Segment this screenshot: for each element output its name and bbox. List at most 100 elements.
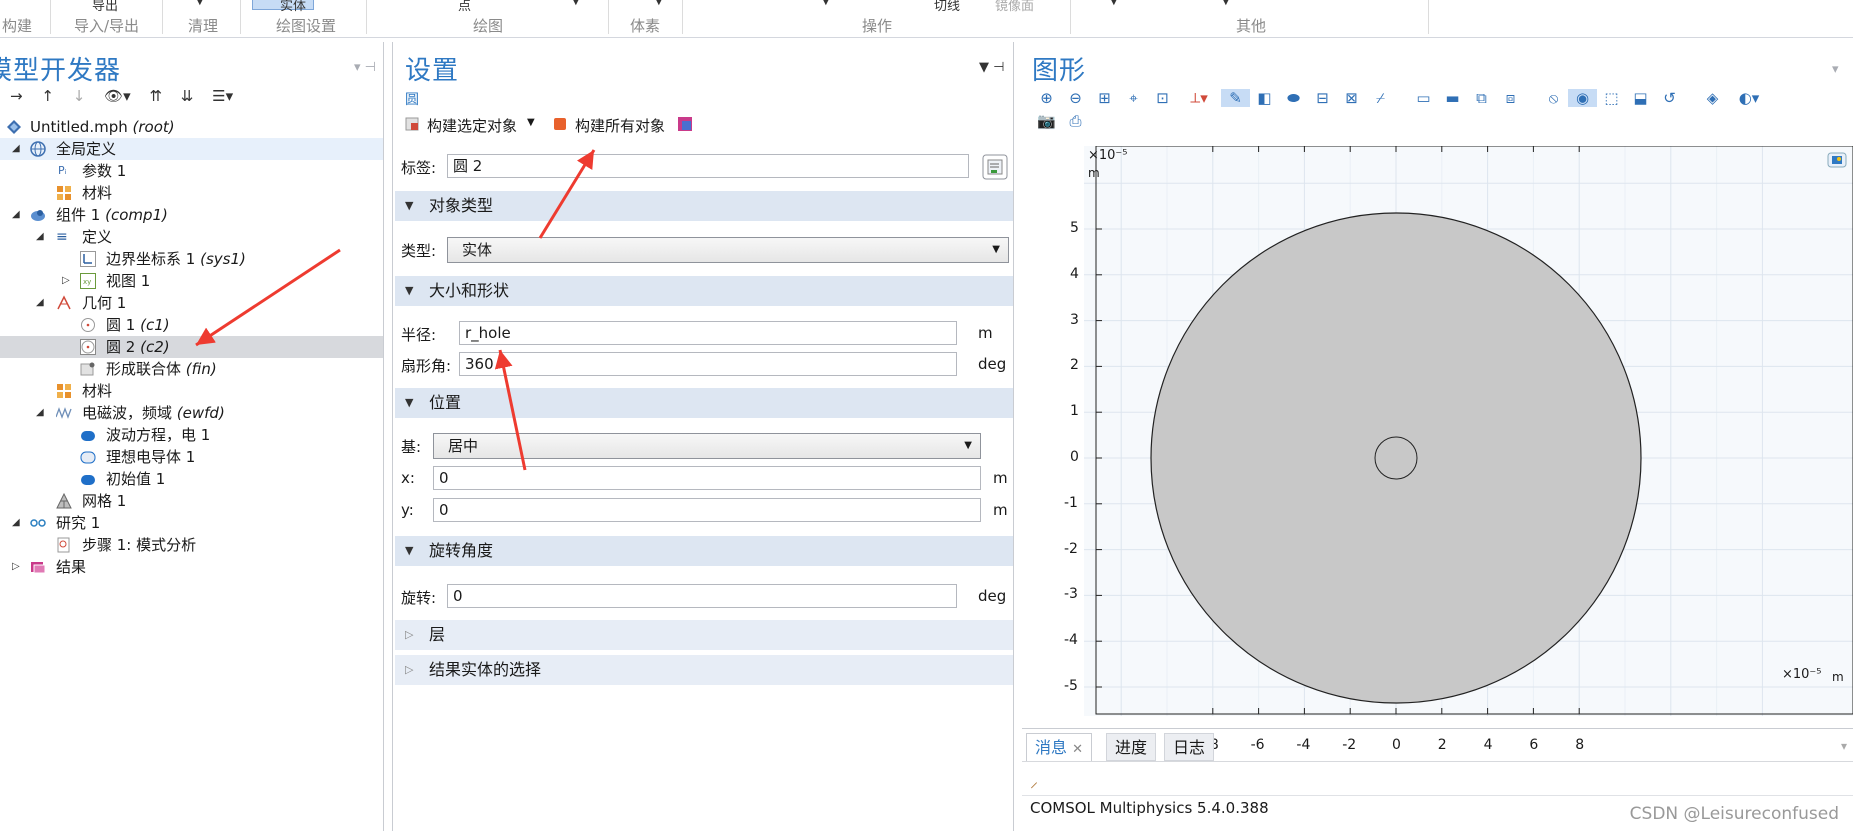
label-edit-icon[interactable] xyxy=(982,154,1008,180)
chevron-down-icon[interactable]: ▼ xyxy=(572,0,580,7)
base-select[interactable]: 居中 ▼ xyxy=(433,433,981,459)
tree-item-form-union[interactable]: 形成联合体 (fin) xyxy=(0,358,383,380)
expand-triangle-icon[interactable]: ▷ xyxy=(62,270,70,292)
collapse-icon[interactable]: ⇈ xyxy=(149,87,162,105)
hide-selected-icon[interactable]: ⧉ xyxy=(1467,89,1496,107)
tree-item-pec[interactable]: 理想电导体 1 xyxy=(0,446,383,468)
zoom-selection-icon[interactable]: ⊡ xyxy=(1148,89,1177,107)
tree-item-geometry[interactable]: ◢ 几何 1 xyxy=(0,292,383,314)
show-geometry-icon[interactable]: ◉ xyxy=(1568,89,1597,107)
geometry-plot[interactable] xyxy=(1029,145,1853,734)
zoom-box-icon[interactable]: ⊞ xyxy=(1090,89,1119,107)
build-all-button[interactable]: 构建所有对象 xyxy=(575,115,665,136)
point-snippet[interactable]: 点 xyxy=(458,0,471,14)
move-up-icon[interactable]: ↑ xyxy=(41,87,54,105)
tree-item-emw-frequency[interactable]: ◢ 电磁波，频域 (ewfd) xyxy=(0,402,383,424)
close-icon[interactable]: ✕ xyxy=(1072,742,1083,757)
chevron-down-icon[interactable]: ▼ xyxy=(527,117,535,128)
list-icon[interactable]: ☰▾ xyxy=(212,87,233,105)
select-point-icon[interactable]: ⌿ xyxy=(1366,89,1395,107)
show-only-icon[interactable]: ⧈ xyxy=(1496,89,1525,107)
section-layers[interactable]: ▷ 层 xyxy=(395,620,1013,650)
tangent-snippet[interactable]: 切线 xyxy=(934,0,960,14)
clear-selection-icon[interactable]: ▭ xyxy=(1409,89,1438,107)
print-icon[interactable]: ⎙ xyxy=(1061,112,1090,130)
collapse-triangle-icon[interactable]: ◢ xyxy=(12,138,20,160)
visibility-icon[interactable]: ⦸ xyxy=(1539,89,1568,107)
tab-progress[interactable]: 进度 xyxy=(1106,733,1157,761)
select-mode-icon[interactable]: ✎ xyxy=(1221,89,1250,107)
wireframe-icon[interactable]: ⬚ xyxy=(1597,89,1626,107)
tab-log[interactable]: 日志 xyxy=(1164,733,1215,761)
tree-item-definitions[interactable]: ◢ ≡ 定义 xyxy=(0,226,383,248)
build-selected-icon[interactable] xyxy=(405,117,419,131)
show-icon[interactable]: 👁▾ xyxy=(104,87,131,105)
expand-triangle-icon[interactable]: ▷ xyxy=(12,556,20,578)
tree-item-mesh[interactable]: 网格 1 xyxy=(0,490,383,512)
select-object-icon[interactable]: ◧ xyxy=(1250,89,1279,107)
section-object-type[interactable]: ▼ 对象类型 xyxy=(395,191,1013,221)
y-input[interactable]: 0 xyxy=(433,498,981,522)
expand-icon[interactable]: ⇊ xyxy=(181,87,194,105)
panel-menu-icon[interactable]: ▾ xyxy=(1832,62,1839,77)
inner-circle-domain[interactable] xyxy=(1374,436,1418,480)
clear-icon[interactable]: ⸝ xyxy=(1030,770,1038,792)
collapse-triangle-icon[interactable]: ◢ xyxy=(36,292,44,314)
tree-item-study[interactable]: ◢ 研究 1 xyxy=(0,512,383,534)
collapse-triangle-icon[interactable]: ◢ xyxy=(36,226,44,248)
tree-item-circle-1[interactable]: 圆 1 (c1) xyxy=(0,314,383,336)
solid-snippet[interactable]: 实体 xyxy=(280,0,306,14)
zoom-in-icon[interactable]: ⊕ xyxy=(1032,89,1061,107)
reset-view-icon[interactable]: ↺ xyxy=(1655,89,1684,107)
panel-menu-icon[interactable]: ▼ ⊣ xyxy=(979,60,1004,75)
sector-angle-input[interactable]: 360 xyxy=(459,352,957,376)
build-selected-button[interactable]: 构建选定对象 xyxy=(427,115,517,136)
forward-icon[interactable]: → xyxy=(10,87,23,105)
build-all-icon[interactable] xyxy=(553,117,567,131)
select-domain-icon[interactable]: ⬬ xyxy=(1279,89,1308,107)
select-all-icon[interactable]: ▬ xyxy=(1438,89,1467,107)
tree-item-initial-values[interactable]: 初始值 1 xyxy=(0,468,383,490)
render-icon[interactable]: ⬓ xyxy=(1626,89,1655,107)
type-select[interactable]: 实体 ▼ xyxy=(447,237,1009,263)
zoom-extents-icon[interactable]: ⌖ xyxy=(1119,89,1148,107)
tab-messages[interactable]: 消息 ✕ xyxy=(1026,733,1093,761)
panel-menu-icon[interactable]: ▾ ⊣ xyxy=(354,60,376,75)
chevron-down-icon[interactable]: ▼ xyxy=(1222,0,1230,7)
chevron-down-icon[interactable]: ▼ xyxy=(196,0,204,7)
section-position[interactable]: ▼ 位置 xyxy=(395,388,1013,418)
chevron-down-icon[interactable]: ▼ xyxy=(1110,0,1118,7)
select-edge-icon[interactable]: ⊠ xyxy=(1337,89,1366,107)
collapse-triangle-icon[interactable]: ◢ xyxy=(12,512,20,534)
tree-item-wave-equation[interactable]: 波动方程，电 1 xyxy=(0,424,383,446)
tree-item-results[interactable]: ▷ 结果 xyxy=(0,556,383,578)
tree-item-root[interactable]: Untitled.mph (root) xyxy=(0,116,383,138)
axes-icon[interactable]: ⟂▾ xyxy=(1177,89,1221,107)
chevron-down-icon[interactable]: ▼ xyxy=(822,0,830,7)
tree-item-materials-component[interactable]: 材料 xyxy=(0,380,383,402)
tree-item-boundary-system[interactable]: 边界坐标系 1 (sys1) xyxy=(0,248,383,270)
tree-item-parameters[interactable]: Pᵢ 参数 1 xyxy=(0,160,383,182)
section-rotation[interactable]: ▼ 旋转角度 xyxy=(395,536,1013,566)
scene-light-icon[interactable]: ◈ xyxy=(1698,89,1727,107)
panel-menu-icon[interactable]: ▾ xyxy=(1841,739,1847,753)
tree-item-study-step[interactable]: 步骤 1: 模式分析 xyxy=(0,534,383,556)
chevron-down-icon[interactable]: ▼ xyxy=(655,0,663,7)
tree-item-component[interactable]: ◢ 组件 1 (comp1) xyxy=(0,204,383,226)
label-input[interactable]: 圆 2 xyxy=(447,154,969,178)
build-geometry-icon[interactable] xyxy=(677,116,693,132)
rotation-input[interactable]: 0 xyxy=(447,584,957,608)
geometry-canvas[interactable] xyxy=(1029,145,1853,734)
export-snippet[interactable]: 导出 xyxy=(92,0,118,14)
camera-icon[interactable]: 📷 xyxy=(1032,112,1061,130)
move-down-icon[interactable]: ↓ xyxy=(73,87,86,105)
mirror-snippet[interactable]: 镜像面 xyxy=(995,0,1034,14)
color-settings-icon[interactable]: ◐▾ xyxy=(1727,89,1771,107)
section-size-shape[interactable]: ▼ 大小和形状 xyxy=(395,276,1013,306)
tree-item-global-definitions[interactable]: ◢ 全局定义 xyxy=(0,138,383,160)
tree-item-materials-global[interactable]: 材料 xyxy=(0,182,383,204)
section-result-selection[interactable]: ▷ 结果实体的选择 xyxy=(395,655,1013,685)
x-input[interactable]: 0 xyxy=(433,466,981,490)
select-boundary-icon[interactable]: ⊟ xyxy=(1308,89,1337,107)
collapse-triangle-icon[interactable]: ◢ xyxy=(36,402,44,424)
